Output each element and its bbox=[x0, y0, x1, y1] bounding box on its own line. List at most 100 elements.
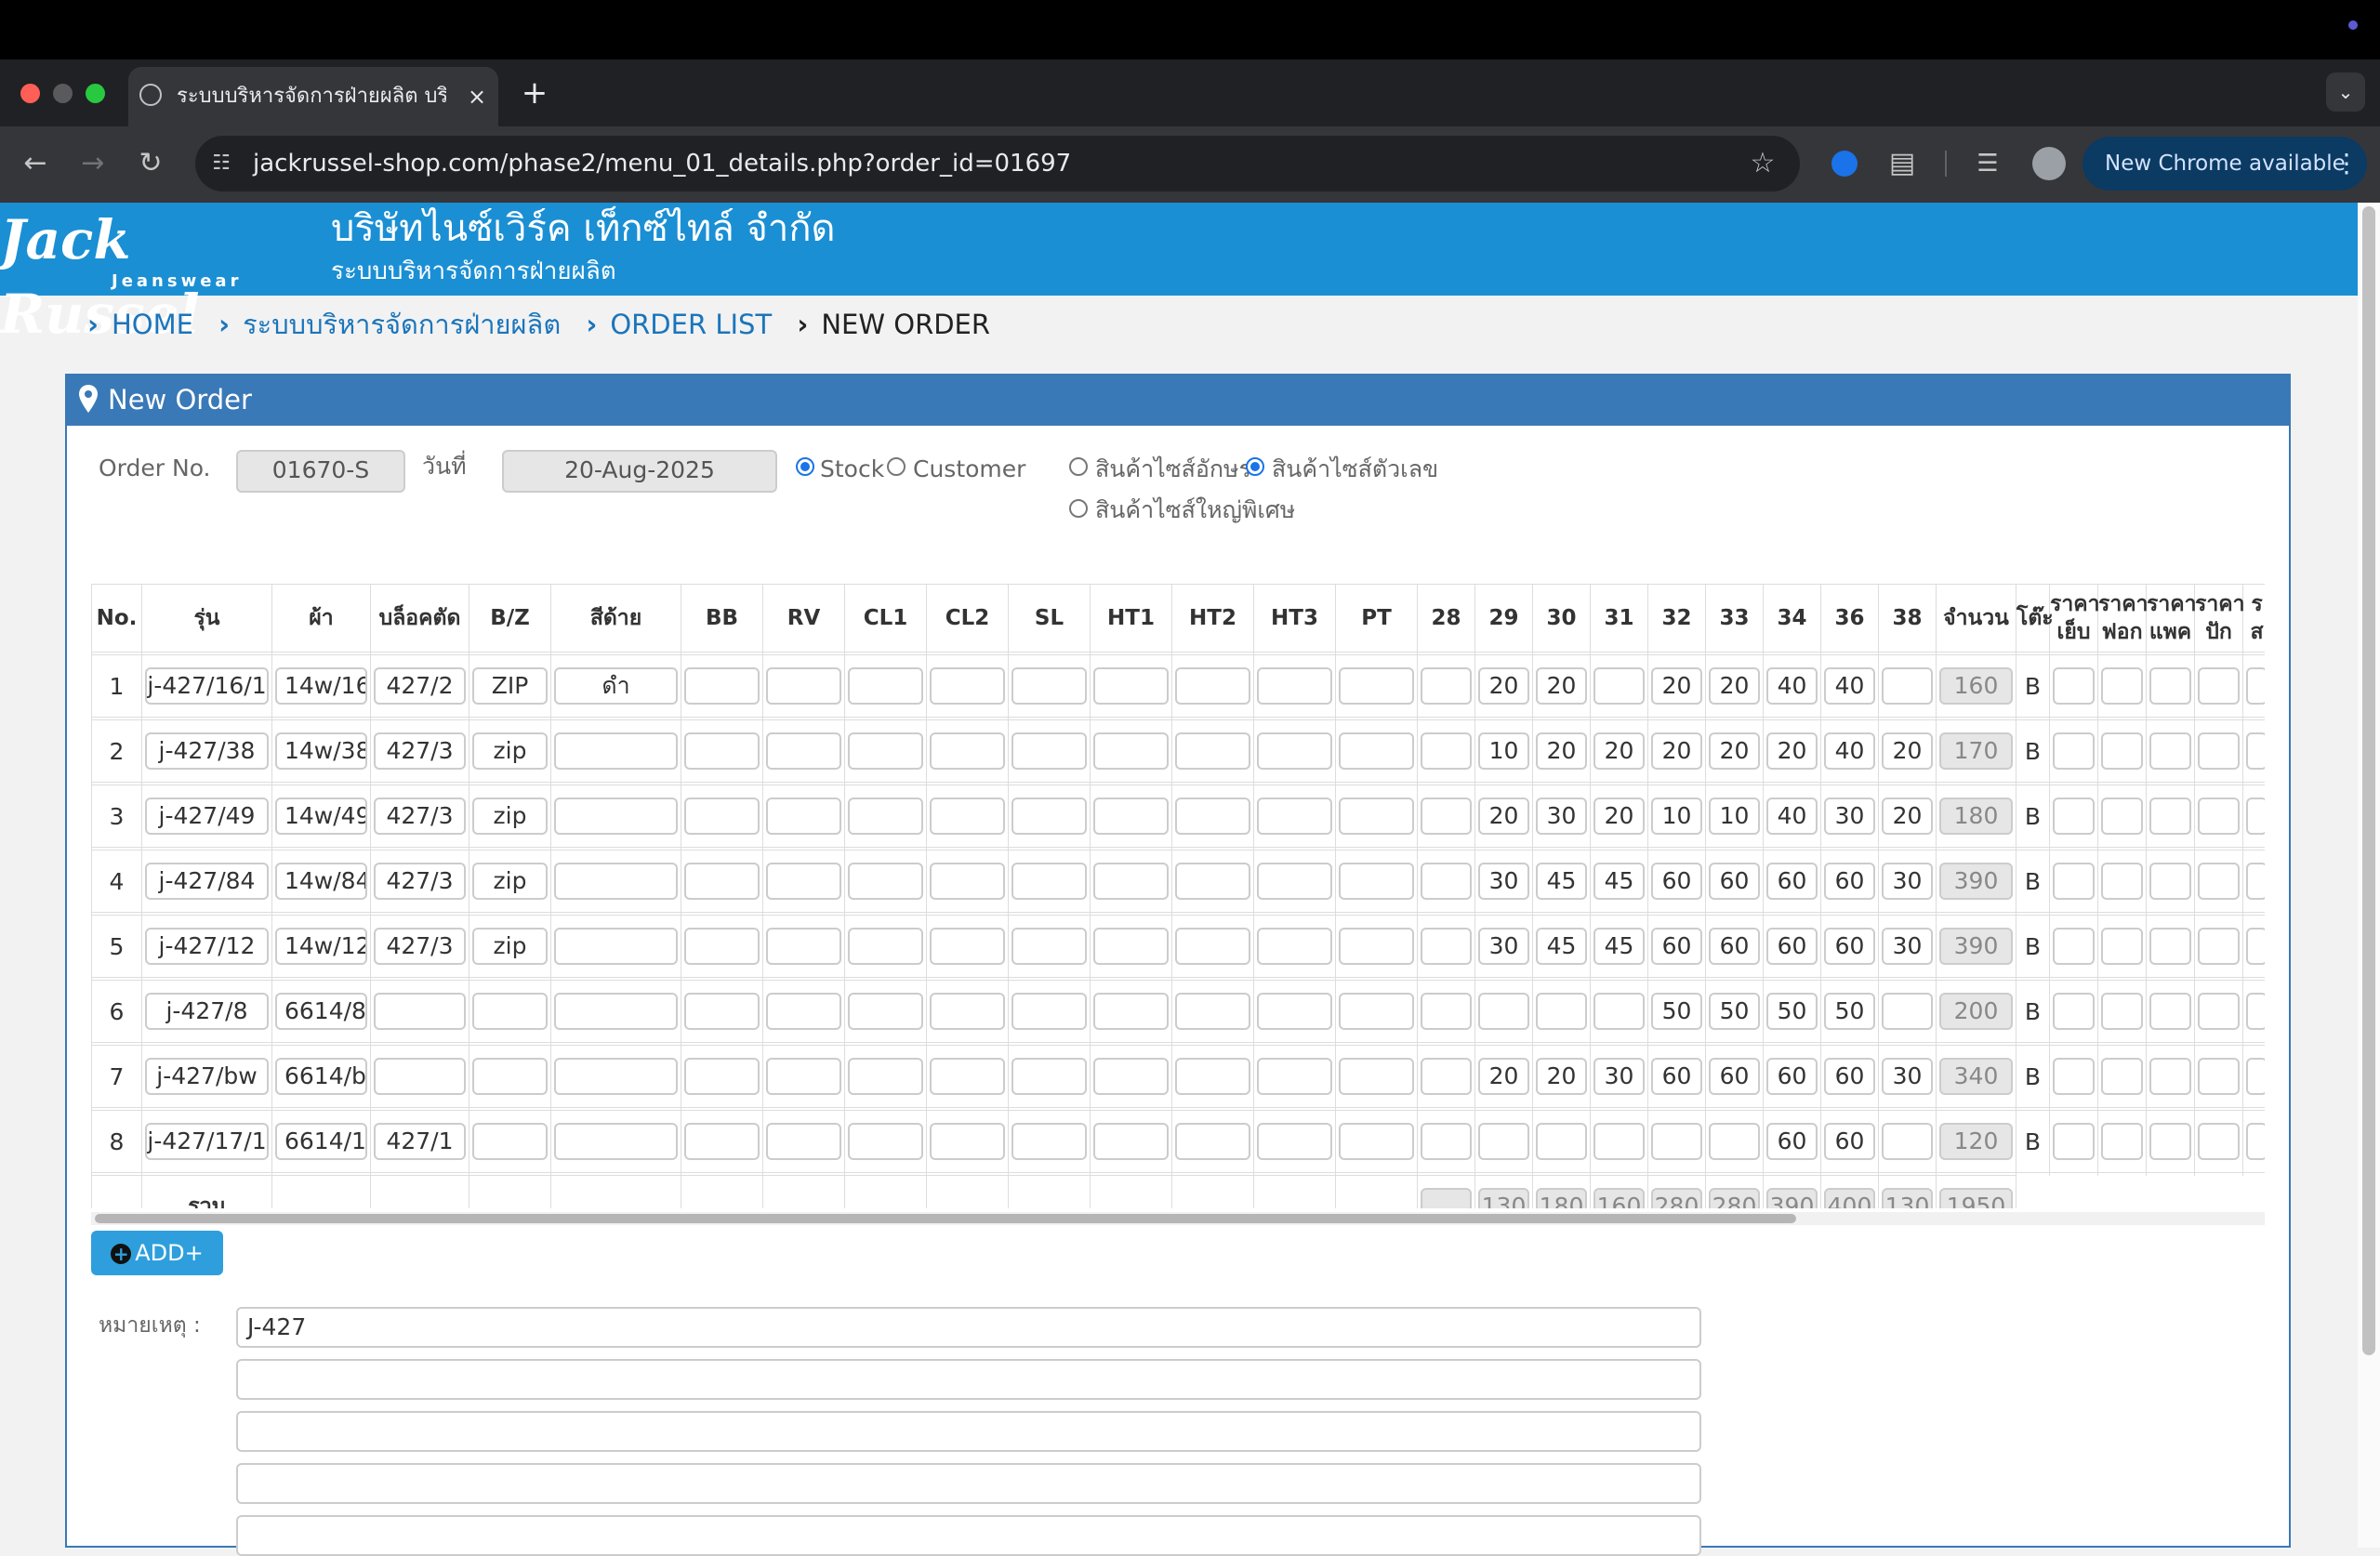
size-qty-input[interactable]: 20 bbox=[1478, 1058, 1529, 1095]
rv-input[interactable] bbox=[766, 863, 841, 900]
bb-input[interactable] bbox=[684, 993, 760, 1030]
ht3-input[interactable] bbox=[1257, 993, 1332, 1030]
size-qty-input[interactable] bbox=[1709, 1123, 1760, 1160]
rv-input[interactable] bbox=[766, 993, 841, 1030]
bz-input[interactable]: zip bbox=[472, 732, 548, 770]
ht2-input[interactable] bbox=[1175, 1058, 1250, 1095]
price-sew-input[interactable] bbox=[2053, 732, 2095, 770]
quantity-total-field[interactable]: 120 bbox=[1939, 1123, 2013, 1160]
size-qty-input[interactable]: 30 bbox=[1478, 928, 1529, 965]
block-input[interactable] bbox=[374, 1058, 466, 1095]
number-size-radio[interactable] bbox=[1246, 457, 1264, 476]
stock-radio-label[interactable]: Stock bbox=[820, 449, 884, 490]
fabric-input[interactable]: 6614/bw bbox=[275, 1058, 367, 1095]
size-qty-input[interactable] bbox=[1421, 1123, 1472, 1160]
size-qty-input[interactable] bbox=[1882, 1123, 1933, 1160]
size-qty-input[interactable]: 10 bbox=[1709, 798, 1760, 835]
add-row-button[interactable]: + ADD+ bbox=[91, 1231, 223, 1275]
quantity-total-field[interactable]: 200 bbox=[1939, 993, 2013, 1030]
cl2-input[interactable] bbox=[930, 1058, 1005, 1095]
size-qty-input[interactable] bbox=[1593, 1123, 1645, 1160]
price-other-input[interactable] bbox=[2246, 798, 2265, 835]
price-pack-input[interactable] bbox=[2149, 732, 2191, 770]
letter-size-radio[interactable] bbox=[1069, 457, 1088, 476]
ht1-input[interactable] bbox=[1093, 1058, 1169, 1095]
price-wash-input[interactable] bbox=[2101, 928, 2143, 965]
size-qty-input[interactable]: 40 bbox=[1824, 667, 1875, 705]
pt-input[interactable] bbox=[1339, 798, 1414, 835]
price-sew-input[interactable] bbox=[2053, 667, 2095, 705]
quantity-total-field[interactable]: 340 bbox=[1939, 1058, 2013, 1095]
bb-input[interactable] bbox=[684, 863, 760, 900]
bb-input[interactable] bbox=[684, 928, 760, 965]
price-other-input[interactable] bbox=[2246, 1058, 2265, 1095]
size-qty-input[interactable]: 60 bbox=[1651, 863, 1702, 900]
size-qty-input[interactable] bbox=[1421, 732, 1472, 770]
fabric-input[interactable]: 14w/16 bbox=[275, 667, 367, 705]
size-qty-input[interactable]: 60 bbox=[1766, 1123, 1818, 1160]
ht3-input[interactable] bbox=[1257, 1123, 1332, 1160]
size-qty-input[interactable]: 50 bbox=[1824, 993, 1875, 1030]
size-qty-input[interactable]: 30 bbox=[1593, 1058, 1645, 1095]
model-input[interactable]: j-427/49 bbox=[145, 798, 269, 835]
site-info-icon[interactable]: ☷ bbox=[206, 149, 236, 178]
thread-color-input[interactable]: ดำ bbox=[554, 667, 678, 705]
sl-input[interactable] bbox=[1012, 732, 1087, 770]
model-input[interactable]: j-427/17/1 bbox=[145, 1123, 269, 1160]
customer-radio-label[interactable]: Customer bbox=[913, 449, 1025, 490]
price-other-input[interactable] bbox=[2246, 993, 2265, 1030]
sl-input[interactable] bbox=[1012, 667, 1087, 705]
ht2-input[interactable] bbox=[1175, 667, 1250, 705]
extension-doc-icon[interactable] bbox=[1831, 151, 1858, 177]
number-size-label[interactable]: สินค้าไซส์ตัวเลข bbox=[1272, 449, 1438, 490]
update-chrome-button[interactable]: New Chrome available bbox=[2082, 137, 2367, 191]
block-input[interactable]: 427/3 bbox=[374, 732, 466, 770]
size-qty-input[interactable]: 40 bbox=[1766, 667, 1818, 705]
minimize-window-button[interactable] bbox=[53, 84, 73, 103]
note-field-1[interactable]: J-427 bbox=[236, 1307, 1701, 1348]
maximize-window-button[interactable] bbox=[86, 84, 105, 103]
price-other-input[interactable] bbox=[2246, 667, 2265, 705]
cl2-input[interactable] bbox=[930, 798, 1005, 835]
profile-avatar-icon[interactable] bbox=[2032, 147, 2066, 180]
price-embroider-input[interactable] bbox=[2198, 732, 2240, 770]
price-wash-input[interactable] bbox=[2101, 732, 2143, 770]
size-qty-input[interactable]: 20 bbox=[1593, 732, 1645, 770]
bz-input[interactable]: zip bbox=[472, 928, 548, 965]
pt-input[interactable] bbox=[1339, 928, 1414, 965]
ht2-input[interactable] bbox=[1175, 863, 1250, 900]
cl2-input[interactable] bbox=[930, 667, 1005, 705]
quantity-total-field[interactable]: 390 bbox=[1939, 928, 2013, 965]
size-qty-input[interactable]: 20 bbox=[1709, 667, 1760, 705]
fabric-input[interactable]: 14w/38 bbox=[275, 732, 367, 770]
ht1-input[interactable] bbox=[1093, 928, 1169, 965]
block-input[interactable]: 427/3 bbox=[374, 798, 466, 835]
ht3-input[interactable] bbox=[1257, 1058, 1332, 1095]
bz-input[interactable]: zip bbox=[472, 798, 548, 835]
size-qty-input[interactable]: 20 bbox=[1882, 732, 1933, 770]
letter-size-label[interactable]: สินค้าไซส์อักษร bbox=[1095, 449, 1251, 490]
price-sew-input[interactable] bbox=[2053, 863, 2095, 900]
cl1-input[interactable] bbox=[848, 732, 923, 770]
note-field-5[interactable] bbox=[236, 1515, 1701, 1556]
size-qty-input[interactable] bbox=[1421, 1058, 1472, 1095]
size-qty-input[interactable]: 20 bbox=[1882, 798, 1933, 835]
size-qty-input[interactable]: 20 bbox=[1651, 667, 1702, 705]
ht3-input[interactable] bbox=[1257, 863, 1332, 900]
price-pack-input[interactable] bbox=[2149, 798, 2191, 835]
price-other-input[interactable] bbox=[2246, 732, 2265, 770]
price-embroider-input[interactable] bbox=[2198, 863, 2240, 900]
customer-radio[interactable] bbox=[887, 457, 906, 476]
price-pack-input[interactable] bbox=[2149, 1123, 2191, 1160]
price-pack-input[interactable] bbox=[2149, 863, 2191, 900]
table-scrollbar-thumb[interactable] bbox=[95, 1214, 1796, 1223]
quantity-total-field[interactable]: 180 bbox=[1939, 798, 2013, 835]
price-embroider-input[interactable] bbox=[2198, 928, 2240, 965]
price-wash-input[interactable] bbox=[2101, 798, 2143, 835]
model-input[interactable]: j-427/38 bbox=[145, 732, 269, 770]
fabric-input[interactable]: 14w/49 bbox=[275, 798, 367, 835]
price-pack-input[interactable] bbox=[2149, 667, 2191, 705]
ht2-input[interactable] bbox=[1175, 928, 1250, 965]
cl2-input[interactable] bbox=[930, 1123, 1005, 1160]
reload-icon[interactable]: ↻ bbox=[130, 143, 171, 184]
